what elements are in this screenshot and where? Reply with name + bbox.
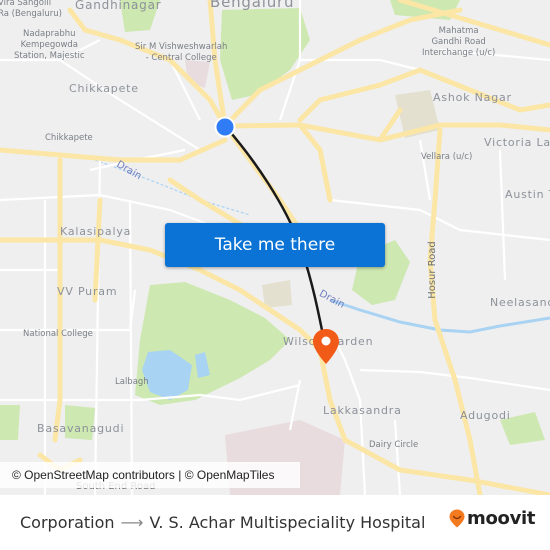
map-label-dairy-circle: Dairy Circle: [369, 440, 419, 450]
origin-name: Corporation: [20, 513, 115, 532]
map-label-sangolli: Vira Sangolli Ra (Bengaluru): [0, 0, 62, 19]
route-summary: Corporation ⟶ V. S. Achar Multispecialit…: [20, 495, 425, 550]
destination-pin-icon[interactable]: [312, 328, 340, 366]
map-label-vellara: Vellara (u/c): [421, 152, 473, 162]
map-label-ashok-nagar: Ashok Nagar: [433, 91, 512, 104]
map-label-vv-puram: VV Puram: [57, 285, 118, 298]
map-label-gandhinagar: Gandhinagar: [75, 0, 162, 12]
take-me-there-button[interactable]: Take me there: [165, 223, 385, 267]
map-label-hosur-road: Hosur Road: [426, 241, 438, 299]
moovit-logo[interactable]: moovit: [449, 508, 536, 529]
arrow-right-icon: ⟶: [120, 513, 144, 532]
map-label-chikkapete-station: Chikkapete: [45, 133, 93, 143]
map-label-victoria-layout: Victoria Lay: [484, 136, 550, 149]
moovit-pin-icon: [449, 509, 465, 528]
map-label-majestic: Nadaprabhu Kempegowda Station, Majestic: [14, 29, 85, 61]
map-label-kalasipalya: Kalasipalya: [60, 225, 132, 238]
map-label-mg-road: Mahatma Gandhi Road Interchange (u/c): [422, 26, 496, 58]
map-label-national-college: National College: [23, 329, 93, 339]
destination-name: V. S. Achar Multispeciality Hospital: [149, 513, 426, 532]
map-label-lakkasandra: Lakkasandra: [323, 404, 402, 417]
map-label-bengaluru: Bengaluru: [210, 0, 295, 11]
map-label-lalbagh: Lalbagh: [115, 377, 149, 387]
map-label-neelasandra: Neelasand: [490, 296, 550, 309]
map-label-adugodi: Adugodi: [460, 409, 511, 422]
origin-marker-icon[interactable]: [213, 115, 237, 139]
map-label-chikkapete: Chikkapete: [69, 82, 139, 95]
map[interactable]: Bengaluru Gandhinagar Vira Sangolli Ra (…: [0, 0, 550, 495]
openmaptiles-attribution-link[interactable]: © OpenMapTiles: [185, 468, 275, 482]
map-label-basavanagudi: Basavanagudi: [37, 422, 125, 435]
moovit-wordmark: moovit: [467, 508, 536, 529]
map-label-austin-town: Austin T: [505, 188, 550, 201]
osm-attribution-link[interactable]: © OpenStreetMap contributors: [12, 468, 175, 482]
attribution-separator: |: [174, 468, 185, 482]
map-attribution: © OpenStreetMap contributors | © OpenMap…: [0, 462, 300, 488]
map-label-visvesvaraya: Sir M Vishweshwarlah - Central College: [135, 42, 228, 63]
